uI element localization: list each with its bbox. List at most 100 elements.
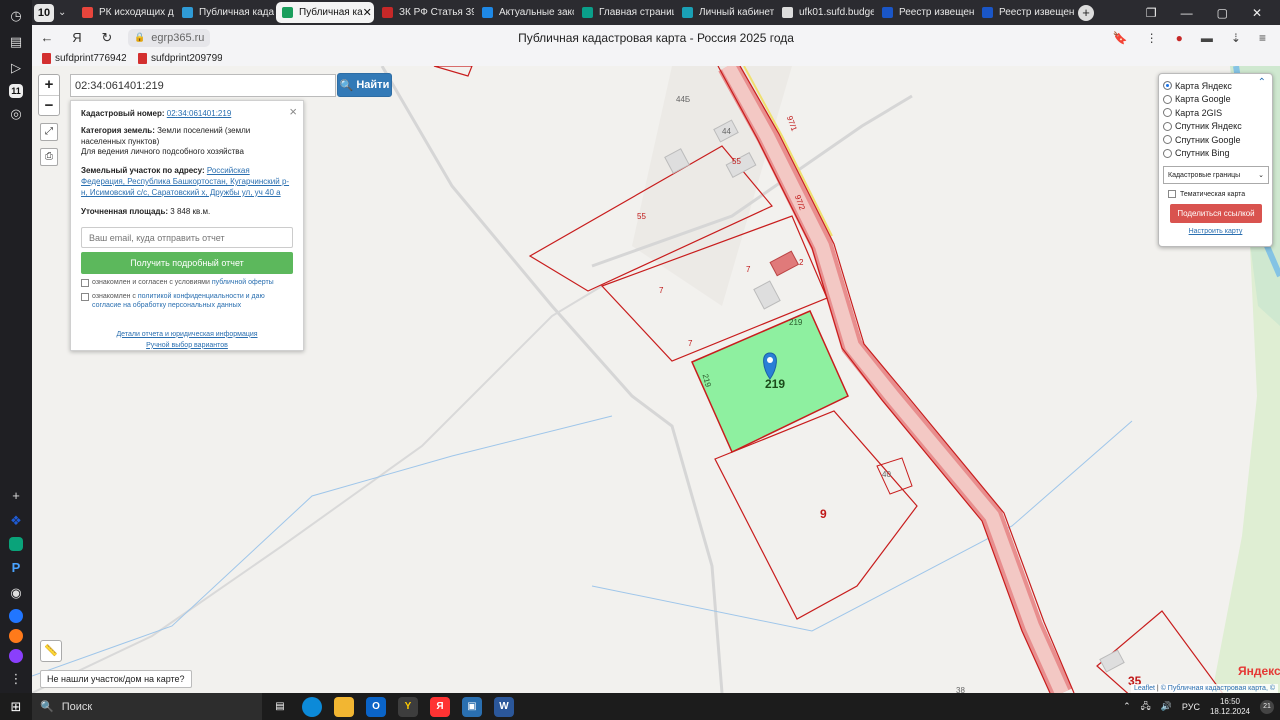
tab-favicon-icon bbox=[682, 7, 693, 18]
share-link-button[interactable]: Поделиться ссылкой bbox=[1170, 204, 1262, 223]
browser-tab[interactable]: ufk01.sufd.budge bbox=[776, 2, 874, 23]
browser-tab[interactable]: Публичная ка ✕ bbox=[276, 2, 374, 23]
bookmark-1[interactable]: sufdprint7769429 bbox=[42, 52, 126, 64]
edge-icon[interactable] bbox=[302, 696, 322, 717]
app-blue-icon[interactable] bbox=[9, 609, 23, 623]
word-icon[interactable]: W bbox=[494, 696, 514, 717]
volume-icon[interactable]: 🔊 bbox=[1161, 701, 1172, 712]
details-link[interactable]: Детали отчета и юридическая информация bbox=[116, 331, 257, 338]
new-tab-button[interactable]: + bbox=[1078, 4, 1094, 21]
offer-link[interactable]: публичной оферты bbox=[212, 279, 274, 286]
layer-radio[interactable] bbox=[1163, 94, 1172, 104]
browser-tab[interactable]: РК исходящих до bbox=[76, 2, 174, 23]
browser-tab[interactable]: Публичная када bbox=[176, 2, 274, 23]
task-view-icon[interactable]: ▤ bbox=[270, 697, 290, 717]
tabs-icon[interactable]: ❐ bbox=[1146, 6, 1157, 20]
layer-radio[interactable] bbox=[1163, 135, 1172, 145]
cadastral-number-link[interactable]: 02:34:061401:219 bbox=[167, 109, 232, 118]
downloads-icon[interactable]: ⇣ bbox=[1231, 31, 1241, 45]
explorer-icon[interactable] bbox=[334, 696, 354, 717]
chevron-up-icon[interactable]: ⌃ bbox=[1123, 701, 1131, 712]
calendar-icon[interactable]: 11 bbox=[9, 84, 23, 98]
app-circle-icon[interactable]: ◉ bbox=[6, 583, 26, 603]
layer-option[interactable]: Карта Яндекс bbox=[1163, 79, 1268, 93]
setup-map-link[interactable]: Настроить карту bbox=[1189, 228, 1243, 235]
menu-icon[interactable]: ≡ bbox=[1259, 31, 1266, 45]
back-arrow-icon[interactable]: ← bbox=[32, 30, 62, 45]
manual-choice-link[interactable]: Ручной выбор вариантов bbox=[146, 342, 228, 349]
gosuslugi-icon[interactable]: ❖ bbox=[6, 511, 26, 531]
yandex-icon[interactable]: Я bbox=[430, 696, 450, 717]
browser-tab[interactable]: Актуальные зако bbox=[476, 2, 574, 23]
browser-tab[interactable]: ЗК РФ Статья 39. bbox=[376, 2, 474, 23]
thematic-map-checkbox[interactable] bbox=[1168, 190, 1176, 198]
layer-radio[interactable] bbox=[1163, 121, 1172, 131]
chevron-down-icon: ⌄ bbox=[1258, 172, 1264, 179]
add-panel-icon[interactable]: + bbox=[6, 485, 26, 505]
menu-dots-icon[interactable]: ⋮ bbox=[1146, 31, 1158, 45]
tab-count-badge[interactable]: 10 bbox=[34, 3, 54, 22]
app-orange-icon[interactable] bbox=[9, 629, 23, 643]
layer-radio[interactable] bbox=[1163, 148, 1172, 158]
zoom-in-button[interactable]: + bbox=[39, 75, 59, 95]
layer-option[interactable]: Спутник Яндекс bbox=[1163, 120, 1268, 134]
leaflet-link[interactable]: Leaflet bbox=[1134, 685, 1155, 692]
close-icon[interactable]: ✕ bbox=[363, 6, 372, 19]
more-icon[interactable]: ⋮ bbox=[6, 669, 26, 689]
chevron-down-icon[interactable]: ⌄ bbox=[58, 7, 74, 18]
cadastral-map[interactable]: 44Б 44 55 55 7 7 7 2 219 219 219 9 40 38… bbox=[32, 66, 1280, 693]
fullscreen-icon[interactable]: ⤢ bbox=[40, 123, 58, 141]
browser-tab[interactable]: Главная страниц bbox=[576, 2, 674, 23]
layer-select[interactable]: Кадастровые границы ⌄ bbox=[1163, 166, 1269, 184]
taskbar-search[interactable]: 🔍 Поиск bbox=[32, 693, 262, 720]
clock[interactable]: 16:50 18.12.2024 bbox=[1210, 697, 1250, 716]
find-button[interactable]: 🔍 Найти bbox=[337, 73, 392, 97]
close-icon[interactable]: ✕ bbox=[1252, 6, 1262, 20]
agree-privacy-checkbox[interactable] bbox=[81, 292, 89, 301]
layer-option[interactable]: Карта 2GIS bbox=[1163, 106, 1268, 120]
maximize-icon[interactable]: ▢ bbox=[1217, 6, 1228, 20]
print-icon[interactable]: ⎙ bbox=[40, 148, 58, 166]
layer-radio[interactable] bbox=[1163, 108, 1172, 118]
minimize-icon[interactable]: — bbox=[1181, 6, 1193, 20]
yandex-icon[interactable]: Я bbox=[62, 30, 92, 45]
bookmark-icon[interactable]: 🔖 bbox=[1113, 31, 1128, 45]
get-report-button[interactable]: Получить подробный отчет bbox=[81, 252, 293, 275]
cadastral-search-input[interactable] bbox=[70, 74, 336, 97]
ruler-icon[interactable]: 📏 bbox=[40, 640, 62, 662]
app-p-icon[interactable]: P bbox=[6, 557, 26, 577]
bookmark-2[interactable]: sufdprint2097998 bbox=[138, 52, 222, 64]
agree-offer-checkbox[interactable] bbox=[81, 279, 89, 288]
collections-icon[interactable]: ▤ bbox=[6, 32, 26, 52]
layer-radio[interactable] bbox=[1163, 81, 1172, 91]
zoom-out-button[interactable]: − bbox=[39, 95, 59, 115]
alice-icon[interactable] bbox=[9, 649, 23, 663]
url-field[interactable]: 🔒 egrp365.ru bbox=[128, 28, 210, 47]
history-icon[interactable]: ◷ bbox=[6, 6, 26, 26]
play-icon[interactable]: ▷ bbox=[6, 58, 26, 78]
outlook-icon[interactable]: O bbox=[366, 696, 386, 717]
close-icon[interactable]: × bbox=[289, 103, 297, 121]
extension-icon[interactable]: ● bbox=[1176, 31, 1183, 45]
browser-tab[interactable]: Реестр извещени bbox=[876, 2, 974, 23]
not-found-hint[interactable]: Не нашли участок/дом на карте? bbox=[40, 670, 192, 688]
screenshot-icon[interactable]: ◎ bbox=[6, 104, 26, 124]
map-app-icon[interactable] bbox=[9, 537, 23, 551]
layer-option[interactable]: Карта Google bbox=[1163, 93, 1268, 107]
browser-tab[interactable]: Личный кабинет bbox=[676, 2, 774, 23]
extension2-icon[interactable]: ▬ bbox=[1201, 31, 1213, 45]
language-indicator[interactable]: РУС bbox=[1182, 702, 1200, 712]
browser-tab[interactable]: Реестр извещени bbox=[976, 2, 1074, 23]
yandex-browser-icon[interactable]: Y bbox=[398, 696, 418, 717]
app-icon[interactable]: ▣ bbox=[462, 696, 482, 717]
chevron-up-icon[interactable]: ⌃ bbox=[1258, 77, 1266, 88]
layer-option[interactable]: Спутник Google bbox=[1163, 133, 1268, 147]
bookmarks-bar: sufdprint7769429 sufdprint2097998 bbox=[32, 50, 1280, 66]
reload-icon[interactable]: ↻ bbox=[92, 30, 122, 46]
windows-start-icon[interactable]: ⊞ bbox=[0, 699, 32, 715]
url-text: egrp365.ru bbox=[151, 31, 205, 44]
network-icon[interactable]: 🖧 bbox=[1141, 699, 1151, 715]
email-field[interactable] bbox=[81, 227, 293, 249]
notification-badge[interactable]: 21 bbox=[1260, 699, 1274, 714]
layer-option[interactable]: Спутник Bing bbox=[1163, 147, 1268, 161]
